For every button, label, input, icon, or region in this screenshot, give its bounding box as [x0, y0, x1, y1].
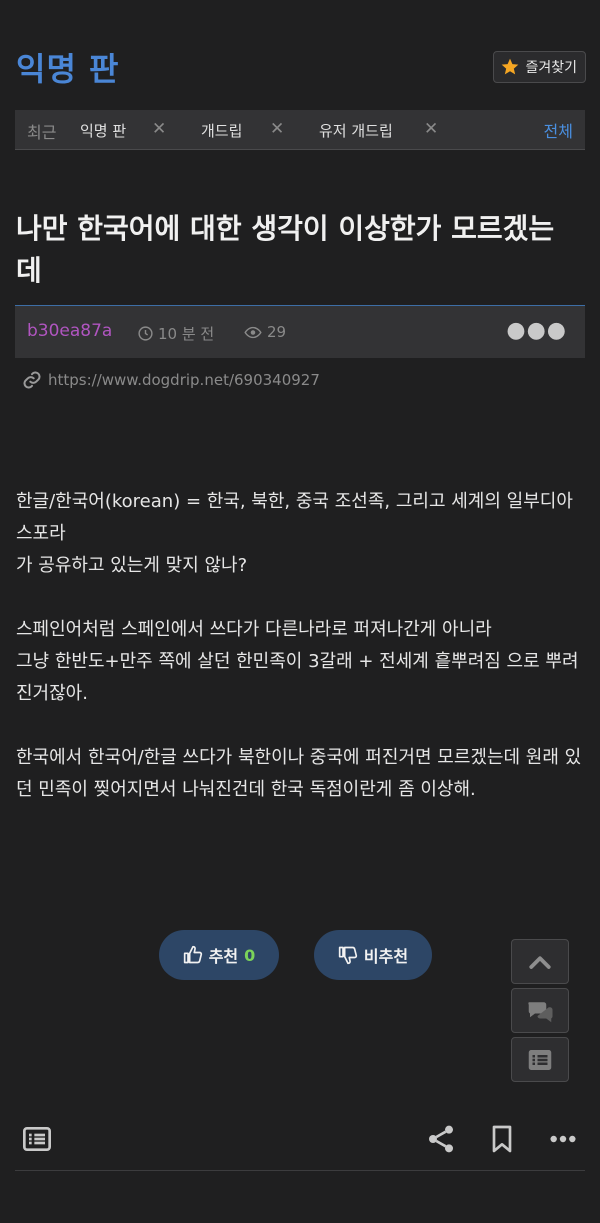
- favorites-label: 즐겨찾기: [525, 60, 577, 76]
- list-icon: [528, 1049, 552, 1070]
- board-title[interactable]: 익명 판: [16, 44, 119, 90]
- clock-icon: [138, 326, 153, 341]
- downvote-button[interactable]: 비추천: [314, 930, 432, 980]
- thumbs-up-icon: [183, 945, 202, 964]
- all-boards-link[interactable]: 전체: [544, 118, 573, 142]
- star-icon: [502, 58, 519, 75]
- post-title: 나만 한국어에 대한 생각이 이상한가 모르겠는데: [16, 212, 555, 287]
- thumbs-down-icon: [338, 946, 358, 965]
- body-line: 가 공유하고 있는게 맞지 않나?: [16, 555, 248, 576]
- link-icon: [23, 371, 41, 389]
- favorites-button[interactable]: 즐겨찾기: [493, 51, 586, 83]
- close-icon[interactable]: ✕: [424, 121, 438, 138]
- author-name[interactable]: b30ea87a: [27, 321, 112, 341]
- downvote-label: 비추천: [363, 947, 409, 966]
- body-line: 스페인어처럼 스페인에서 쓰다가 다른나라로 퍼져나간게 아니라: [16, 619, 492, 640]
- chevron-up-icon: [529, 955, 551, 969]
- recent-item[interactable]: 개드립: [201, 120, 242, 141]
- post-views-text: 29: [267, 323, 287, 341]
- close-icon[interactable]: ✕: [270, 121, 284, 138]
- recent-item[interactable]: 익명 판: [80, 120, 126, 141]
- post-meta-bar: b30ea87a 10 분 전 29 ●●●: [15, 305, 585, 358]
- post-time-text: 10 분 전: [158, 325, 215, 343]
- scroll-top-button[interactable]: [511, 939, 569, 984]
- post-body: 한글/한국어(korean) = 한국, 북한, 중국 조선족, 그리고 세계의…: [16, 486, 586, 806]
- body-line: 한국에서 한국어/한글 쓰다가 북한이나 중국에 퍼진거면 모르겠는데 원래 있…: [16, 747, 582, 800]
- more-icon[interactable]: ●●●: [506, 318, 567, 343]
- eye-icon: [244, 326, 262, 338]
- body-line: 그냥 한반도+만주 쪽에 살던 한민족이 3갈래 + 전세계 흩뿌려짐 으로 뿌…: [16, 651, 579, 704]
- recent-label: 최근: [27, 123, 57, 142]
- bookmark-icon[interactable]: [486, 1123, 518, 1155]
- post-url: https://www.dogdrip.net/690340927: [48, 371, 320, 389]
- recent-item[interactable]: 유저 개드립: [319, 120, 393, 141]
- list-icon[interactable]: [21, 1123, 53, 1155]
- recent-boards-bar: 최근 익명 판 ✕ 개드립 ✕ 유저 개드립 ✕ 전체: [15, 110, 585, 150]
- close-icon[interactable]: ✕: [152, 121, 166, 138]
- more-icon[interactable]: [547, 1123, 579, 1155]
- comments-button[interactable]: [511, 988, 569, 1033]
- upvote-count: 0: [244, 945, 256, 965]
- comments-icon: [528, 1001, 553, 1022]
- post-views: 29: [243, 323, 286, 341]
- post-time: 10 분 전: [137, 323, 214, 344]
- share-icon[interactable]: [425, 1123, 457, 1155]
- body-line: 한글/한국어(korean) = 한국, 북한, 중국 조선족, 그리고 세계의…: [16, 491, 573, 544]
- upvote-button[interactable]: 추천 0: [159, 930, 279, 980]
- bottom-toolbar: [15, 1107, 585, 1171]
- post-link[interactable]: https://www.dogdrip.net/690340927: [22, 370, 320, 390]
- upvote-label: 추천: [208, 947, 239, 966]
- list-button[interactable]: [511, 1037, 569, 1082]
